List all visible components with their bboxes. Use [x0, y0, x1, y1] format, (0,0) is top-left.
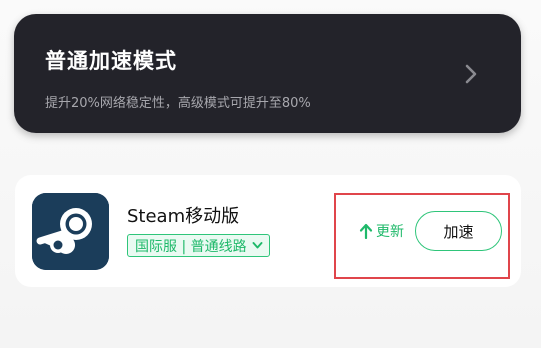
server-region-label: 国际服 | 普通线路: [135, 238, 247, 255]
server-region-selector[interactable]: 国际服 | 普通线路: [127, 234, 270, 257]
chevron-right-icon: [465, 64, 477, 84]
update-label: 更新: [376, 224, 404, 240]
game-name: Steam移动版: [127, 206, 240, 227]
mode-title: 普通加速模式: [45, 49, 177, 73]
accelerate-label: 加速: [443, 222, 474, 241]
arrow-up-icon: [359, 223, 373, 239]
mode-description: 提升20%网络稳定性，高级模式可提升至80%: [45, 96, 311, 111]
update-button[interactable]: 更新: [359, 220, 404, 242]
acceleration-mode-card[interactable]: 普通加速模式 提升20%网络稳定性，高级模式可提升至80%: [14, 14, 521, 133]
steam-logo-icon[interactable]: [32, 193, 109, 270]
accelerate-button[interactable]: 加速: [415, 211, 502, 251]
chevron-down-icon: [252, 242, 263, 249]
